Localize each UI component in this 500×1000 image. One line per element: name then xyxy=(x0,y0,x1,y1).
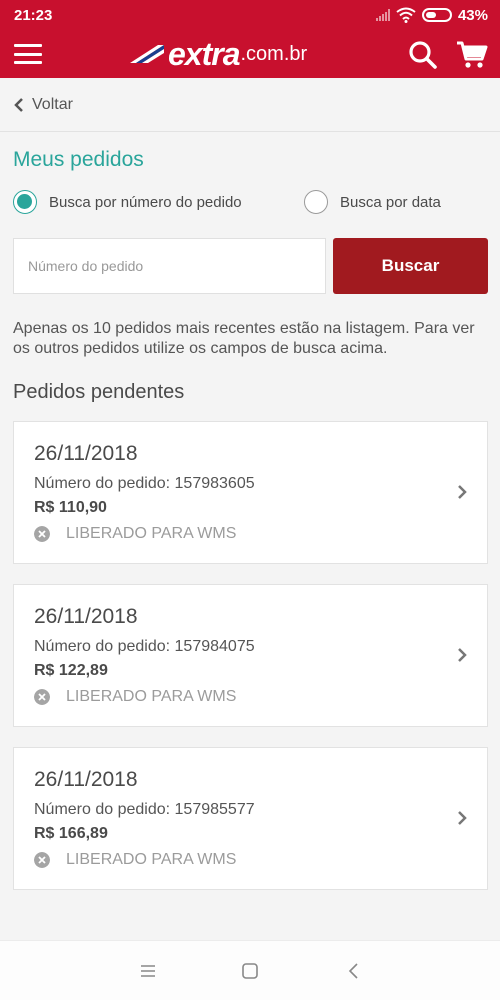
order-status: LIBERADO PARA WMS xyxy=(34,688,236,706)
order-date: 26/11/2018 xyxy=(34,768,138,791)
chevron-left-icon xyxy=(14,97,23,112)
signal-icon xyxy=(375,9,390,21)
order-number: Número do pedido: 157985577 xyxy=(34,801,255,818)
back-icon[interactable] xyxy=(342,959,366,983)
order-status-label: LIBERADO PARA WMS xyxy=(66,688,237,705)
order-price: R$ 166,89 xyxy=(34,825,108,842)
chevron-right-icon xyxy=(458,811,467,825)
status-x-icon xyxy=(34,852,50,868)
radio-search-by-date[interactable]: Busca por data xyxy=(304,188,441,216)
order-date: 26/11/2018 xyxy=(34,442,138,465)
brand-suffix: .com.br xyxy=(240,42,308,65)
cart-icon[interactable] xyxy=(456,40,488,70)
recent-apps-icon[interactable] xyxy=(136,959,160,983)
status-time: 21:23 xyxy=(14,6,53,24)
order-card[interactable]: 26/11/2018 Número do pedido: 157983605 R… xyxy=(13,421,488,564)
status-bar: 21:23 43% xyxy=(0,0,500,30)
status-x-icon xyxy=(34,689,50,705)
home-icon[interactable] xyxy=(238,959,262,983)
menu-icon[interactable] xyxy=(14,42,42,66)
brand-logo[interactable]: extra .com.br xyxy=(128,36,307,72)
wifi-icon xyxy=(396,7,416,23)
page-title: Meus pedidos xyxy=(13,148,144,171)
order-price: R$ 110,90 xyxy=(34,499,107,516)
chevron-right-icon xyxy=(458,485,467,499)
order-number: Número do pedido: 157984075 xyxy=(34,638,255,655)
radio-label-number: Busca por número do pedido xyxy=(49,193,242,211)
radio-checked-icon[interactable] xyxy=(13,190,37,214)
order-number: Número do pedido: 157983605 xyxy=(34,475,255,492)
battery-icon xyxy=(421,8,452,22)
pending-orders-title: Pedidos pendentes xyxy=(13,381,185,403)
system-nav-bar xyxy=(0,940,500,1000)
battery-percent: 43% xyxy=(457,6,488,24)
back-label: Voltar xyxy=(32,95,73,113)
app-bar: extra .com.br xyxy=(0,30,500,78)
search-icon[interactable] xyxy=(408,40,438,70)
radio-unchecked-icon[interactable] xyxy=(304,190,328,214)
status-x-icon xyxy=(34,526,50,542)
order-status-label: LIBERADO PARA WMS xyxy=(66,851,237,868)
radio-search-by-number[interactable]: Busca por número do pedido xyxy=(13,188,242,216)
order-status-label: LIBERADO PARA WMS xyxy=(66,525,237,542)
search-button[interactable]: Buscar xyxy=(333,238,488,294)
brand-name: extra xyxy=(168,35,240,72)
order-date: 26/11/2018 xyxy=(34,605,138,628)
back-link[interactable]: Voltar xyxy=(0,78,500,132)
info-text: Apenas os 10 pedidos mais recentes estão… xyxy=(13,320,475,357)
radio-label-date: Busca por data xyxy=(340,193,441,211)
order-card[interactable]: 26/11/2018 Número do pedido: 157984075 R… xyxy=(13,584,488,727)
order-status: LIBERADO PARA WMS xyxy=(34,525,236,543)
logo-mark-icon xyxy=(130,45,164,63)
order-price: R$ 122,89 xyxy=(34,662,108,679)
order-card[interactable]: 26/11/2018 Número do pedido: 157985577 R… xyxy=(13,747,488,890)
chevron-right-icon xyxy=(458,648,467,662)
order-number-input[interactable] xyxy=(13,238,326,294)
order-status: LIBERADO PARA WMS xyxy=(34,851,236,869)
